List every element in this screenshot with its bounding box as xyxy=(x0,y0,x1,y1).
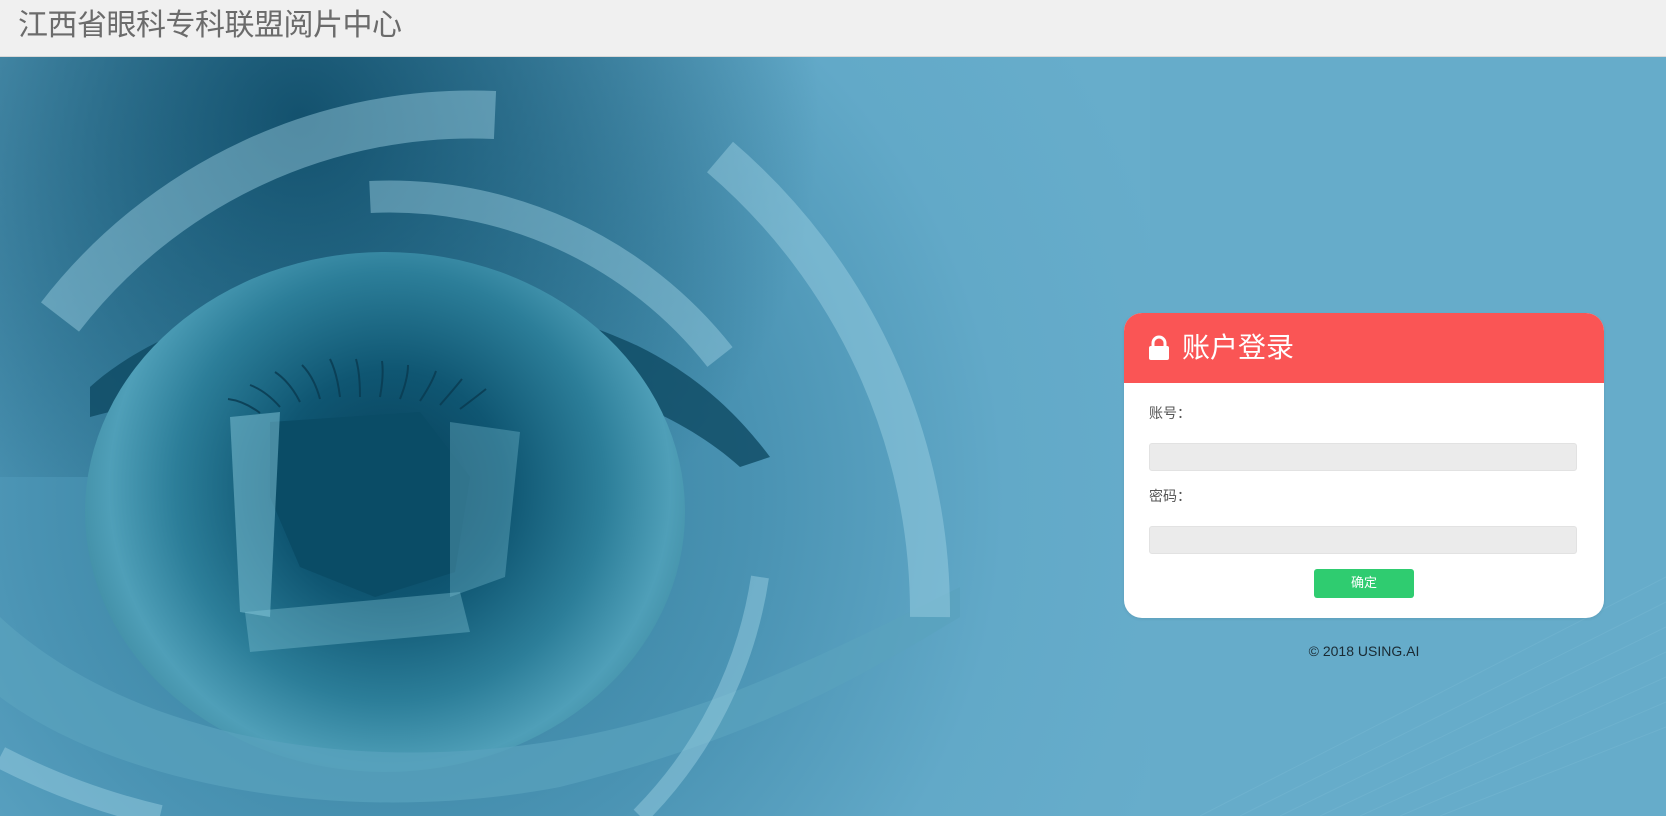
top-header: 江西省眼科专科联盟阅片中心 xyxy=(0,0,1666,57)
lock-icon xyxy=(1148,335,1170,361)
site-title: 江西省眼科专科联盟阅片中心 xyxy=(18,8,402,43)
submit-button[interactable]: 确定 xyxy=(1314,569,1414,598)
login-page: 江西省眼科专科联盟阅片中心 账户登录 账号： 密码： 确定 © 2018 USI… xyxy=(0,0,1666,816)
copyright-text: © 2018 USING.AI xyxy=(1308,643,1420,659)
password-label: 密码： xyxy=(1149,489,1191,505)
password-input[interactable] xyxy=(1149,526,1577,554)
login-title: 账户登录 xyxy=(1182,331,1295,364)
account-label: 账号： xyxy=(1149,406,1191,422)
login-card-header: 账户登录 xyxy=(1124,313,1604,383)
login-card: 账户登录 账号： 密码： 确定 xyxy=(1124,313,1604,618)
account-input[interactable] xyxy=(1149,443,1577,471)
